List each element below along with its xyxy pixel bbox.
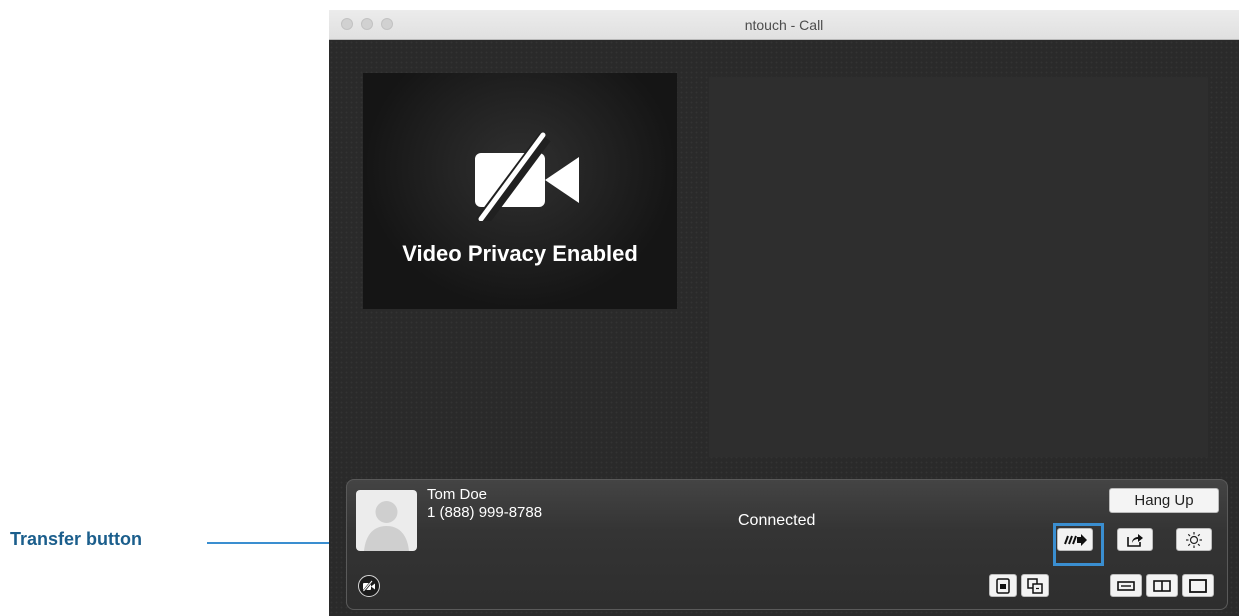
layout-small-button[interactable]: [1110, 574, 1142, 597]
brightness-button[interactable]: [1176, 528, 1212, 551]
hang-up-button[interactable]: Hang Up: [1109, 488, 1219, 513]
contact-number: 1 (888) 999-8788: [427, 504, 543, 521]
self-view-button[interactable]: [989, 574, 1017, 597]
video-privacy-toggle[interactable]: [358, 575, 380, 597]
remote-video-panel: [709, 77, 1208, 457]
layout-split-button[interactable]: [1146, 574, 1178, 597]
window-title: ntouch - Call: [744, 17, 824, 33]
video-privacy-message: Video Privacy Enabled: [402, 241, 638, 266]
brightness-icon: [1186, 531, 1202, 548]
annotation-label: Transfer button: [10, 529, 143, 549]
avatar: [356, 490, 417, 551]
video-camera-off-icon: [475, 132, 579, 221]
share-button[interactable]: [1117, 528, 1153, 551]
person-silhouette-icon: [364, 501, 409, 551]
call-status: Connected: [738, 512, 816, 529]
self-view-panel: Video Privacy Enabled: [363, 73, 677, 309]
contact-name: Tom Doe: [427, 486, 488, 503]
annotation-highlight-box: [1053, 523, 1104, 566]
picture-in-picture-icon: [1027, 577, 1043, 594]
title-bar[interactable]: ntouch - Call: [329, 10, 1239, 40]
layout-small-icon: [1117, 580, 1135, 591]
layout-full-button[interactable]: [1182, 574, 1214, 597]
share-icon: [1127, 533, 1143, 547]
layout-split-icon: [1153, 579, 1171, 592]
picture-in-picture-button[interactable]: [1021, 574, 1049, 597]
layout-full-icon: [1189, 578, 1207, 593]
video-privacy-toggle-icon: [362, 580, 375, 592]
self-view-icon: [996, 577, 1010, 594]
